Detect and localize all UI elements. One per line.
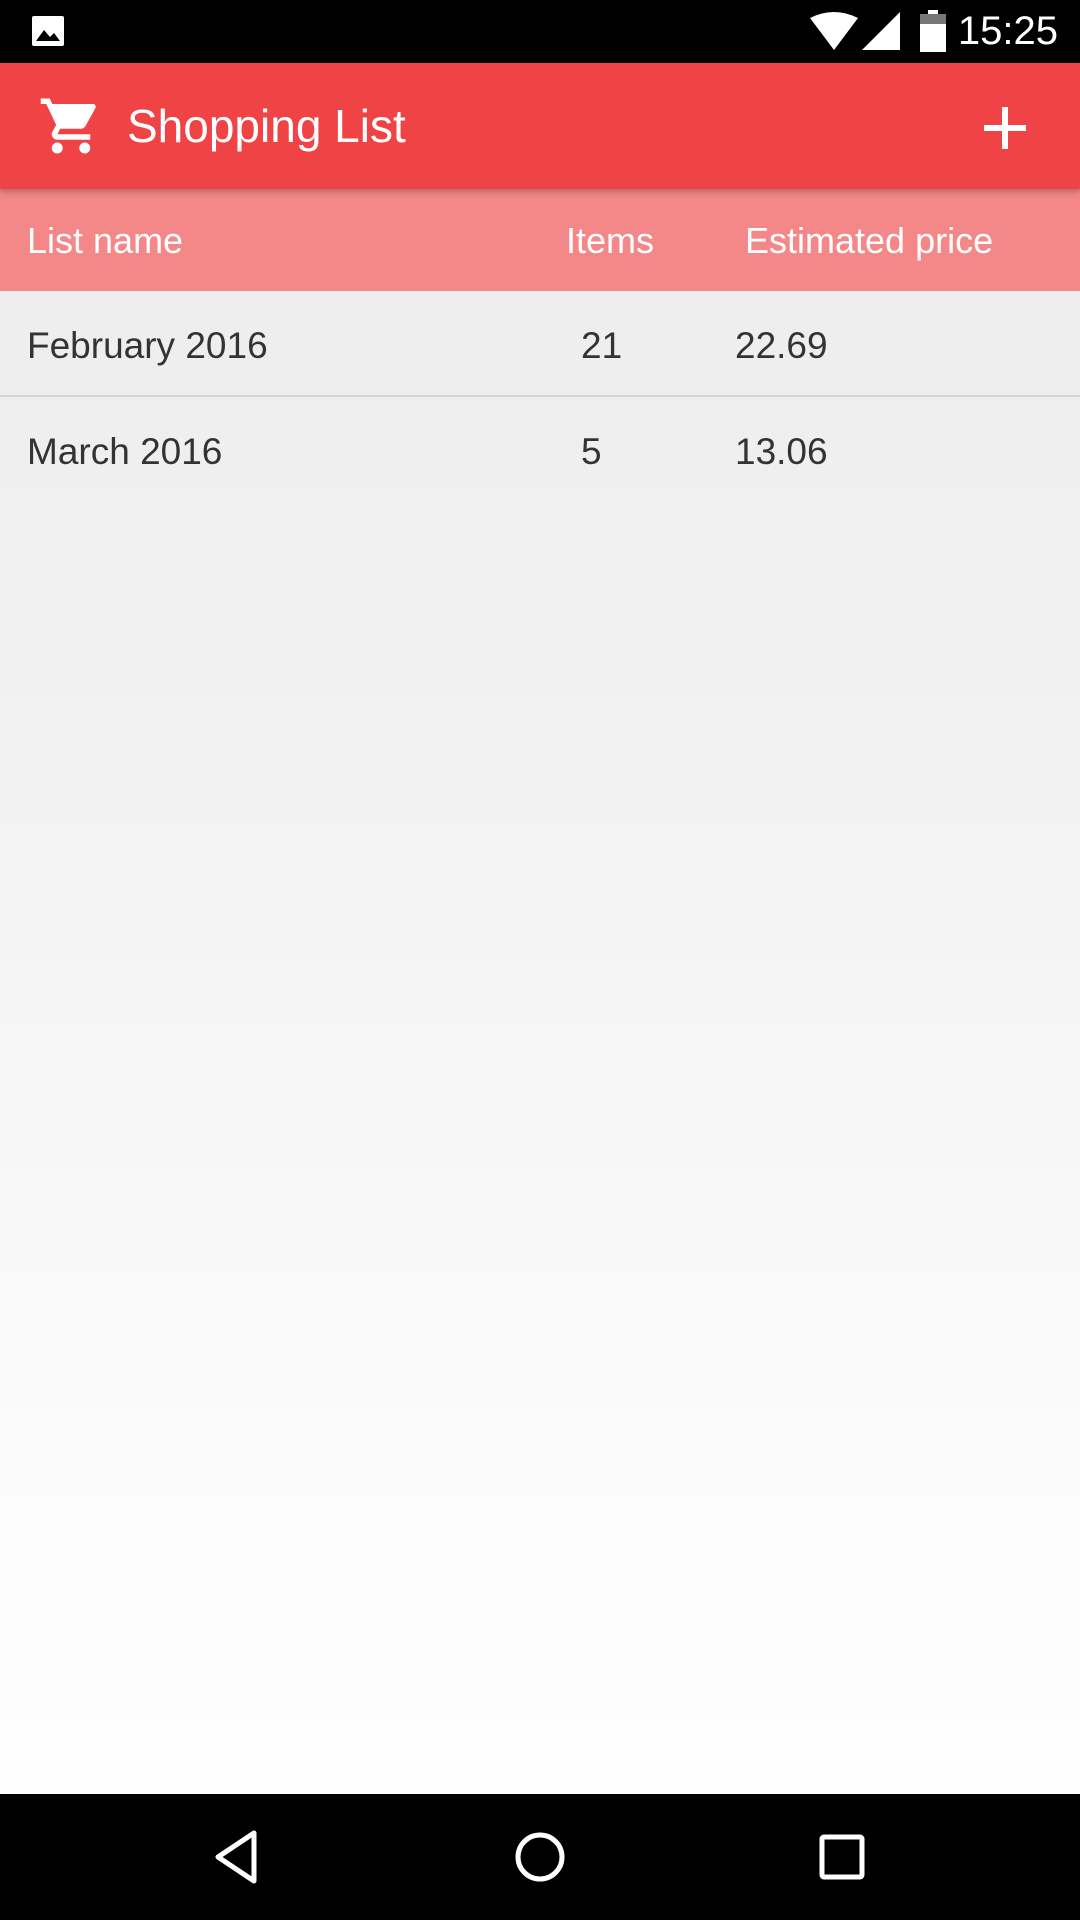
screen: 15:25 Shopping List List name Items Esti…	[0, 0, 1080, 1920]
column-header-items: Items	[566, 220, 655, 261]
status-bar: 15:25	[0, 0, 1080, 63]
add-list-button[interactable]	[966, 89, 1044, 167]
status-clock: 15:25	[957, 9, 1058, 53]
column-header-estimated-price: Estimated price	[745, 220, 994, 261]
navigation-bar	[0, 1794, 1080, 1920]
list-row[interactable]: March 2016 5 13.06	[0, 397, 1080, 501]
back-icon[interactable]	[208, 1827, 268, 1887]
recents-icon[interactable]	[812, 1827, 872, 1887]
cart-icon	[40, 98, 96, 154]
shopping-lists: February 2016 21 22.69 March 2016 5 13.0…	[0, 291, 1080, 501]
list-item-count: 21	[581, 325, 623, 366]
list-estimated-price: 13.06	[735, 431, 828, 472]
list-name: March 2016	[27, 431, 223, 472]
plus-icon	[984, 107, 1026, 149]
list-row[interactable]: February 2016 21 22.69	[0, 291, 1080, 397]
column-header-list-name: List name	[27, 220, 184, 261]
list-name: February 2016	[27, 325, 268, 366]
list-item-count: 5	[581, 431, 602, 472]
home-icon[interactable]	[510, 1827, 570, 1887]
wifi-icon	[810, 12, 858, 50]
list-estimated-price: 22.69	[735, 325, 828, 366]
battery-icon	[920, 10, 946, 52]
signal-icon	[862, 12, 900, 50]
gallery-icon	[32, 16, 64, 46]
app-title: Shopping List	[127, 100, 406, 152]
table-header: List name Items Estimated price	[0, 189, 1080, 291]
app-bar: Shopping List	[0, 63, 1080, 189]
